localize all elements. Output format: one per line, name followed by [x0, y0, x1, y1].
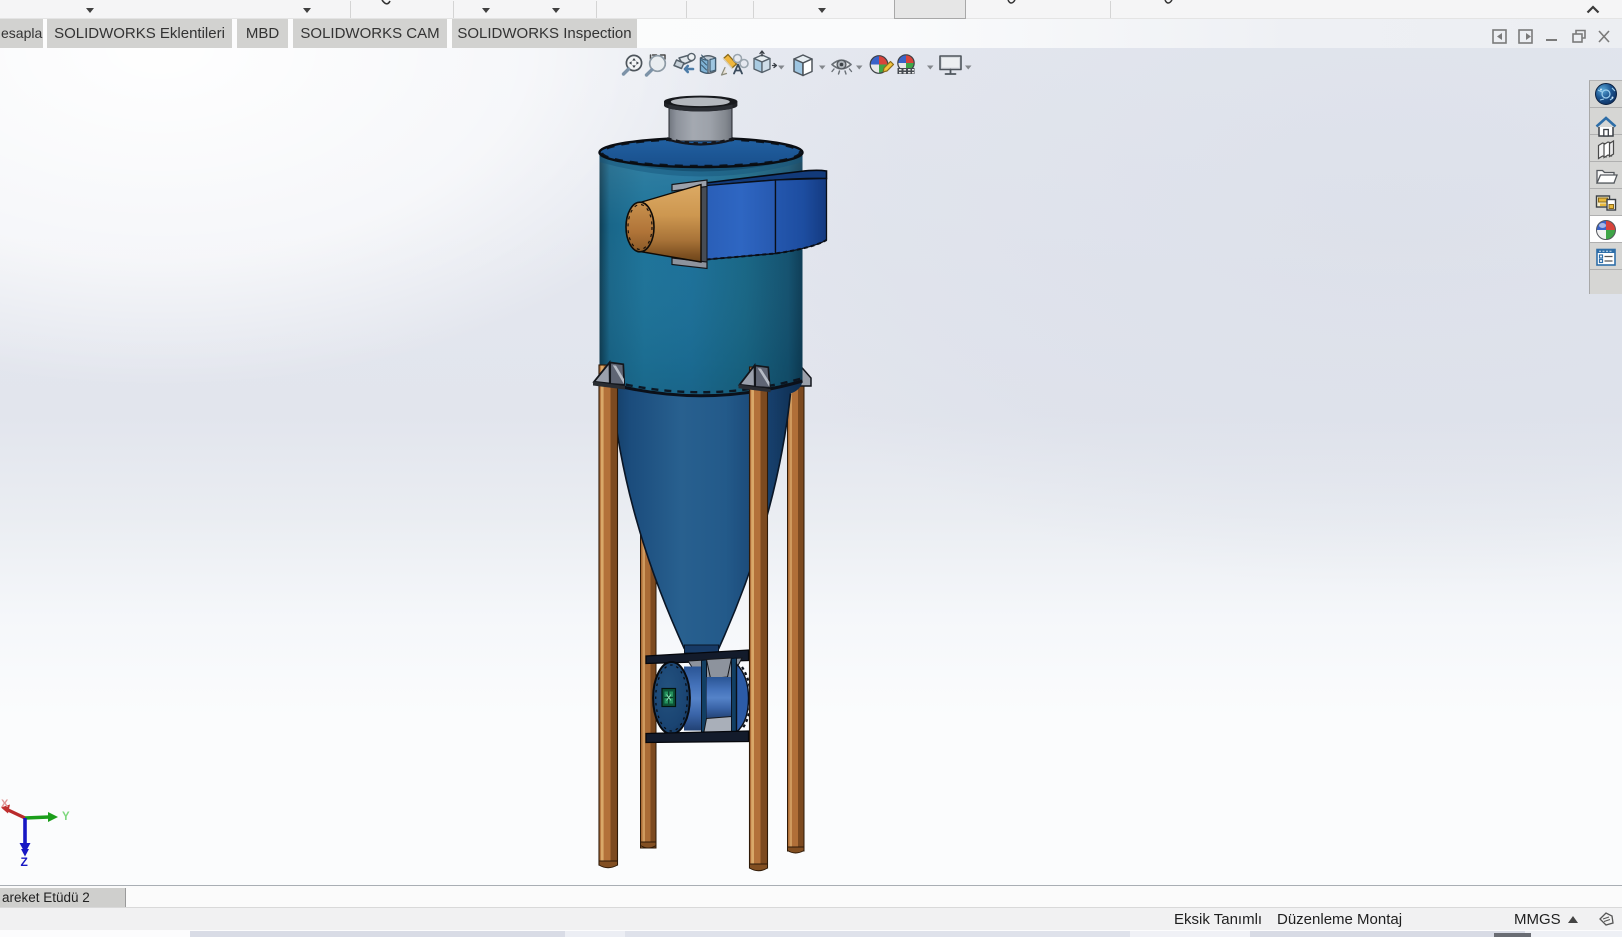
svg-text:Y: Y	[62, 811, 70, 823]
svg-text:X: X	[1, 798, 9, 810]
svg-text:Z: Z	[21, 855, 28, 869]
